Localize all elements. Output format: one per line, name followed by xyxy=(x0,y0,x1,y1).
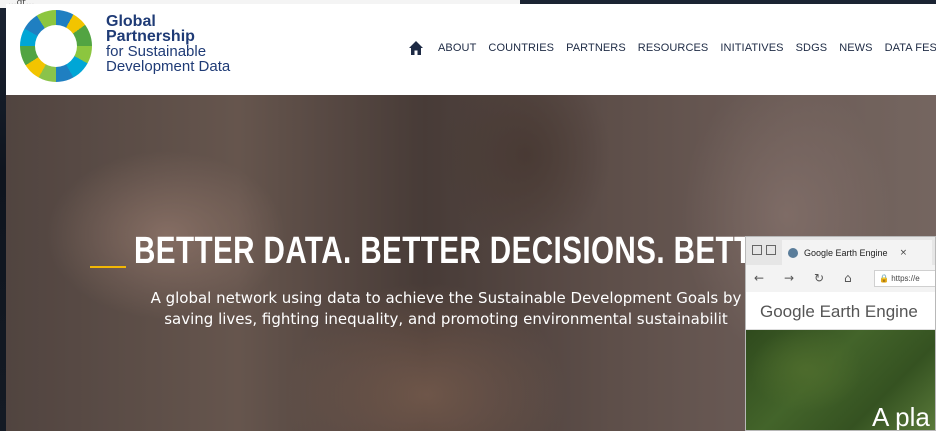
nav-countries[interactable]: COUNTRIES xyxy=(488,42,554,54)
main-nav: ABOUT COUNTRIES PARTNERS RESOURCES INITI… xyxy=(408,40,936,56)
url-text: https://e xyxy=(891,274,920,283)
url-field[interactable]: 🔒 https://e xyxy=(874,270,935,287)
tab-title: Google Earth Engine xyxy=(804,247,888,258)
nav-sdgs[interactable]: SDGS xyxy=(796,42,828,54)
nav-about[interactable]: ABOUT xyxy=(438,42,476,54)
nav-news[interactable]: NEWS xyxy=(839,42,872,54)
gpsdd-logo-icon[interactable] xyxy=(20,10,92,82)
hero-title: BETTER DATA. BETTER DECISIONS. BETTER L xyxy=(134,230,822,272)
brand-product: Earth Engine xyxy=(819,302,918,321)
logo-line-1: Global xyxy=(106,13,156,30)
brand-google: Google xyxy=(760,302,815,321)
back-icon[interactable]: ← xyxy=(754,271,764,285)
home-icon[interactable]: ⌂ xyxy=(844,271,852,285)
logo-line-3: for Sustainable xyxy=(106,43,207,60)
forward-icon[interactable]: → xyxy=(784,271,794,285)
site-logo-text[interactable]: Global Partnership for Sustainable Devel… xyxy=(106,13,231,75)
logo-line-2: Partnership xyxy=(106,28,195,45)
hero-subtitle: A global network using data to achieve t… xyxy=(150,289,742,328)
earth-engine-brand[interactable]: Google Earth Engine xyxy=(760,302,918,322)
nav-data-fest[interactable]: DATA FEST xyxy=(885,42,936,54)
edge-browser-window[interactable]: Google Earth Engine × ← → ↻ ⌂ 🔒 https://… xyxy=(745,236,936,431)
earth-engine-header: Google Earth Engine xyxy=(746,292,935,330)
logo-line-4: Development Data xyxy=(106,58,231,75)
hero-accent-line xyxy=(90,266,126,268)
set-aside-tabs-icon[interactable] xyxy=(766,245,776,255)
tab-google-earth-engine[interactable]: Google Earth Engine × xyxy=(782,240,932,265)
home-icon[interactable] xyxy=(408,40,424,56)
nav-resources[interactable]: RESOURCES xyxy=(638,42,709,54)
site-header: Global Partnership for Sustainable Devel… xyxy=(6,4,936,95)
nav-partners[interactable]: PARTNERS xyxy=(566,42,626,54)
earth-engine-favicon-icon xyxy=(788,247,798,258)
edge-tab-bar: Google Earth Engine × xyxy=(746,237,935,265)
edge-address-bar: ← → ↻ ⌂ 🔒 https://e xyxy=(746,265,935,292)
nav-initiatives[interactable]: INITIATIVES xyxy=(720,42,783,54)
tab-actions-icon[interactable] xyxy=(752,245,762,255)
refresh-icon[interactable]: ↻ xyxy=(814,271,824,285)
earth-engine-hero-text: A pla xyxy=(872,402,930,431)
tab-close-icon[interactable]: × xyxy=(900,248,908,258)
earth-engine-hero-image: A pla xyxy=(746,330,935,431)
